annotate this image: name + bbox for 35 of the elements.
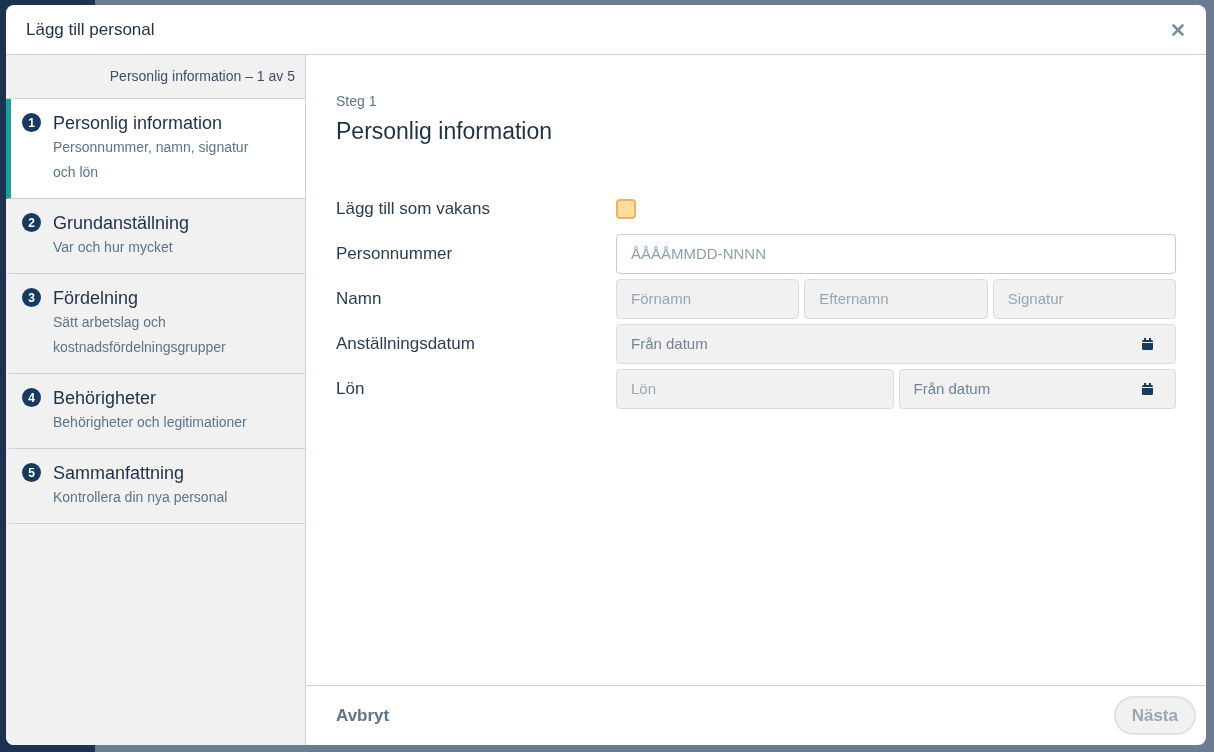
- step-label: Steg 1: [336, 92, 378, 111]
- calendar-icon: [1142, 337, 1153, 350]
- calendar-icon: [1142, 382, 1153, 395]
- field-label: Namn: [336, 287, 383, 310]
- step-title: Behörigheter: [53, 387, 158, 410]
- step-title: Personlig information: [53, 112, 224, 135]
- step-title: Grundanställning: [53, 212, 190, 235]
- step-item[interactable]: 2 Grundanställning Var och hur mycket: [6, 199, 305, 274]
- step-subtitle: Personnummer, namn, signatur och lön: [53, 138, 250, 182]
- step-number: 5: [22, 463, 41, 482]
- dialog-title: Lägg till personal: [26, 18, 155, 41]
- step-number: 4: [22, 388, 41, 407]
- step-number: 2: [22, 213, 41, 232]
- field-label: Personnummer: [336, 242, 454, 265]
- step-item[interactable]: 4 Behörigheter Behörigheter och legitimationer: [6, 374, 305, 449]
- step-item[interactable]: 1 Personlig information Personnummer, namn, signatur och lön: [6, 99, 305, 199]
- step-title: Fördelning: [53, 287, 140, 310]
- close-button[interactable]: [1170, 21, 1186, 38]
- step-subtitle: Sätt arbetslag och kostnadsfördelningsgrupper: [53, 313, 227, 357]
- field-label: Lägg till som vakans: [336, 197, 492, 220]
- step-subtitle: Behörigheter och legitimationer: [53, 413, 247, 432]
- step-subtitle: Var och hur mycket: [53, 238, 174, 257]
- vacancy-checkbox[interactable]: [616, 198, 636, 219]
- step-number: 3: [22, 288, 41, 307]
- cancel-button[interactable]: Avbryt: [336, 702, 390, 729]
- step-heading: Personlig information: [336, 117, 554, 146]
- field-label: Lön: [336, 377, 366, 400]
- step-item[interactable]: 3 Fördelning Sätt arbetslag och kostnadsfördelningsgrupper: [6, 274, 305, 374]
- step-subtitle: Kontrollera din nya personal: [53, 488, 228, 507]
- step-number: 1: [22, 113, 41, 132]
- step-item[interactable]: 5 Sammanfattning Kontrollera din nya personal: [6, 449, 305, 524]
- field-label: Anställningsdatum: [336, 332, 476, 355]
- input-field[interactable]: ÅÅÅÅMMDD-NNNN: [616, 233, 1176, 274]
- close-icon: [1172, 23, 1184, 36]
- step-title: Sammanfattning: [53, 462, 186, 485]
